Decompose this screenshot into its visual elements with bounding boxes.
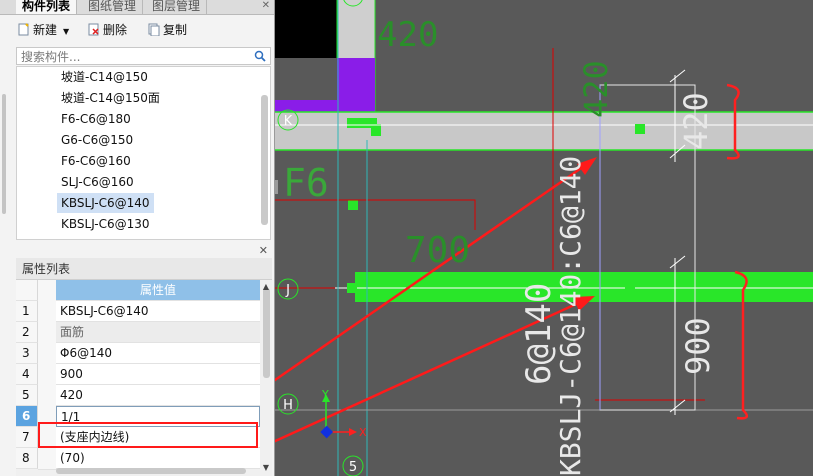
row-number: 3	[16, 343, 38, 364]
panel-close-icon[interactable]: ✕	[262, 0, 270, 11]
list-item[interactable]: F6-C6@180	[57, 109, 135, 129]
list-toolbar: 新建 ▼ 删除 复制	[16, 18, 272, 42]
dim-900: 900	[679, 317, 717, 375]
delete-label: 删除	[103, 23, 128, 37]
dim-420-faint: 420	[577, 60, 615, 118]
row-number: 1	[16, 301, 38, 322]
tab-component-list[interactable]: 构件列表	[16, 0, 78, 14]
list-scrollbar[interactable]	[261, 95, 268, 225]
axis-label-k: K	[284, 114, 293, 129]
row-number: 5	[16, 385, 38, 406]
props-close-icon[interactable]: ✕	[259, 244, 268, 257]
panel-tabs: 构件列表 图纸管理 图层管理 ✕	[0, 0, 274, 15]
delete-icon	[88, 23, 99, 36]
row-number: 2	[16, 322, 38, 343]
list-item[interactable]: F6-C6@160	[57, 151, 135, 171]
row-value[interactable]: KBSLJ-C6@140	[56, 301, 260, 322]
new-icon	[18, 23, 29, 36]
list-item[interactable]: 坡道-C14@150面	[57, 88, 164, 108]
dim-700: 700	[405, 230, 470, 271]
props-row[interactable]: 3 Φ6@140	[16, 343, 260, 365]
props-row[interactable]: 8 (70)	[16, 448, 260, 470]
panel-divider: ✕	[16, 244, 272, 258]
row-value[interactable]: 420	[56, 385, 260, 406]
props-title: 属性列表	[16, 258, 272, 280]
axis-label-5: 5	[349, 460, 357, 475]
drawing-canvas[interactable]: K J H 5 F6 700 420 420 900 420 6@140 KBS…	[275, 0, 813, 476]
row-value[interactable]: Φ6@140	[56, 343, 260, 364]
row-value[interactable]: 900	[56, 364, 260, 385]
axis-label-h: H	[283, 398, 293, 413]
rebar-spacing-label: 6@140	[519, 283, 559, 385]
axis-label-j: J	[285, 283, 290, 298]
left-panel: 构件列表 图纸管理 图层管理 ✕ 新建 ▼ 删除 复制 坡道-C14@150 坡道…	[0, 0, 275, 476]
left-resize-strip[interactable]	[0, 58, 8, 218]
props-row[interactable]: 5 420	[16, 385, 260, 407]
tab-layer-manage[interactable]: 图层管理	[146, 0, 208, 14]
search-box	[16, 47, 271, 65]
label-f6: F6	[283, 161, 329, 205]
new-button[interactable]: 新建 ▼	[18, 21, 69, 39]
list-item-selected[interactable]: KBSLJ-C6@140	[57, 193, 154, 213]
props-row[interactable]: 2 面筋	[16, 322, 260, 344]
row-number: 7	[16, 427, 38, 448]
row-number: 8	[16, 448, 38, 469]
props-row[interactable]: 1 KBSLJ-C6@140	[16, 301, 260, 323]
list-item[interactable]: SLJ-C6@160	[57, 172, 138, 192]
search-icon[interactable]	[254, 50, 266, 62]
ucs-x-label: X	[359, 426, 367, 439]
ucs-y-label: Y	[321, 388, 329, 401]
column-purple	[337, 58, 375, 100]
search-input[interactable]	[19, 49, 253, 65]
component-list: 坡道-C14@150 坡道-C14@150面 F6-C6@180 G6-C6@1…	[16, 66, 271, 240]
tab-drawing-manage[interactable]: 图纸管理	[82, 0, 144, 14]
delete-button[interactable]: 删除	[88, 21, 127, 39]
list-item[interactable]: G6-C6@150	[57, 130, 137, 150]
row-value[interactable]: 面筋	[56, 322, 260, 343]
list-item[interactable]: KBSLJ-C6@130	[57, 214, 154, 234]
rebar-name-label: KBSLJ-C6@140:C6@140	[554, 156, 587, 476]
new-dropdown-icon[interactable]: ▼	[63, 27, 69, 36]
annotation-highlight-box	[38, 422, 258, 448]
props-hscrollbar[interactable]	[56, 468, 246, 474]
row-value[interactable]: (70)	[56, 448, 260, 469]
copy-icon	[148, 23, 160, 36]
beam-k	[275, 112, 813, 150]
props-header-row: 属性值	[16, 280, 260, 302]
wall-segment	[337, 0, 375, 58]
list-item[interactable]: 坡道-C14@150	[57, 67, 152, 87]
copy-label: 复制	[163, 23, 188, 37]
row-number: 4	[16, 364, 38, 385]
new-label: 新建	[33, 23, 58, 37]
scroll-up-icon[interactable]: ▲	[263, 282, 269, 291]
row-number: 6	[16, 406, 38, 427]
props-row[interactable]: 4 900	[16, 364, 260, 386]
props-scrollbar[interactable]	[263, 288, 270, 378]
dim-420-right: 420	[677, 92, 715, 150]
scroll-down-icon[interactable]: ▼	[263, 463, 269, 472]
copy-button[interactable]: 复制	[148, 21, 187, 39]
props-header-value: 属性值	[56, 280, 260, 301]
dim-420-top: 420	[377, 15, 438, 55]
